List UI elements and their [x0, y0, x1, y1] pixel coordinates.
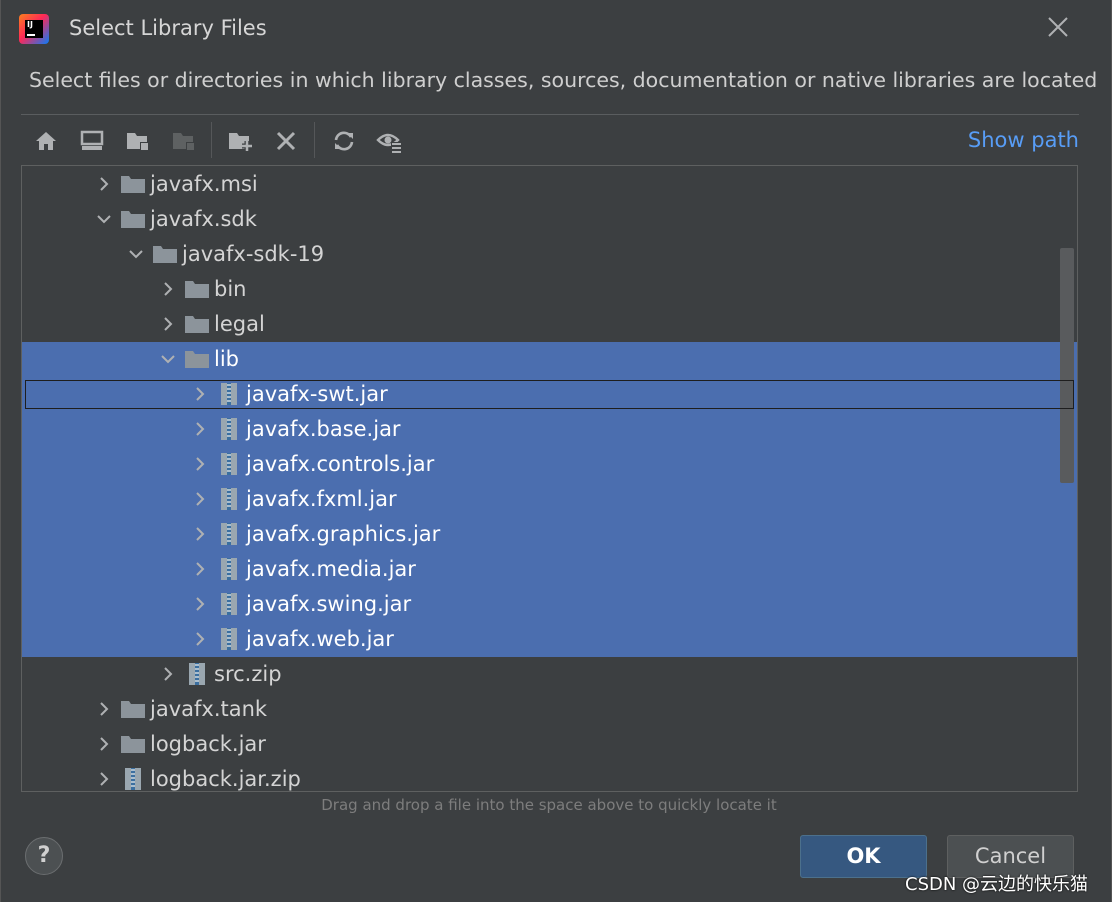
chevron-down-icon[interactable]: [126, 244, 146, 264]
folder-icon: [152, 243, 178, 265]
chevron-right-icon[interactable]: [190, 419, 210, 439]
chevron-down-icon[interactable]: [158, 349, 178, 369]
tree-row[interactable]: javafx.fxml.jar: [22, 481, 1077, 516]
show-hidden-icon[interactable]: [373, 124, 407, 158]
intellij-logo-icon: IJ: [19, 14, 49, 44]
chevron-right-icon[interactable]: [190, 629, 210, 649]
folder-icon: [120, 173, 146, 195]
file-chooser-toolbar: Show path: [21, 118, 1079, 164]
tree-row[interactable]: lib: [22, 341, 1077, 376]
chevron-right-icon[interactable]: [158, 664, 178, 684]
tree-row[interactable]: bin: [22, 271, 1077, 306]
tree-row-label: javafx.tank: [150, 696, 268, 721]
tree-row[interactable]: javafx-sdk-19: [22, 236, 1077, 271]
show-path-link[interactable]: Show path: [968, 128, 1079, 152]
tree-row[interactable]: javafx.msi: [22, 166, 1077, 201]
folder-icon: [120, 208, 146, 230]
archive-icon: [216, 627, 242, 650]
archive-icon: [216, 452, 242, 475]
toolbar-separator: [211, 122, 212, 158]
tree-row[interactable]: javafx.base.jar: [22, 411, 1077, 446]
toolbar-separator: [314, 122, 315, 158]
refresh-icon[interactable]: [327, 124, 361, 158]
file-tree[interactable]: javafx.msi javafx.sdk javafx-sdk-19 bin lega…: [21, 165, 1078, 792]
tree-row[interactable]: logback.jar.zip: [22, 761, 1077, 791]
archive-icon: [216, 592, 242, 615]
tree-row[interactable]: javafx.web.jar: [22, 621, 1077, 656]
new-folder-icon[interactable]: [224, 124, 258, 158]
tree-row-label: legal: [214, 311, 265, 336]
tree-row-label: javafx.msi: [150, 171, 258, 196]
tree-row-label: javafx.media.jar: [246, 556, 416, 581]
folder-icon: [184, 278, 210, 300]
dialog-title: Select Library Files: [69, 16, 267, 40]
archive-icon: [216, 557, 242, 580]
title-bar: IJ Select Library Files: [1, 0, 1112, 58]
divider: [21, 114, 1079, 115]
tree-row-label: javafx.web.jar: [246, 626, 394, 651]
tree-row[interactable]: legal: [22, 306, 1077, 341]
chevron-right-icon[interactable]: [94, 174, 114, 194]
chevron-right-icon[interactable]: [190, 559, 210, 579]
archive-icon: [216, 487, 242, 510]
folder-icon: [184, 313, 210, 335]
folder-icon: [120, 733, 146, 755]
chevron-right-icon[interactable]: [190, 384, 210, 404]
tree-row-label: lib: [214, 346, 239, 371]
chevron-right-icon[interactable]: [158, 279, 178, 299]
tree-row-label: bin: [214, 276, 247, 301]
dialog-description: Select files or directories in which lib…: [29, 68, 1098, 92]
close-icon[interactable]: [1045, 16, 1071, 42]
chevron-right-icon[interactable]: [158, 314, 178, 334]
tree-row-label: javafx.controls.jar: [246, 451, 435, 476]
tree-row[interactable]: logback.jar: [22, 726, 1077, 761]
tree-row-label: javafx-sdk-19: [182, 241, 325, 266]
csdn-watermark: CSDN @云边的快乐猫: [905, 874, 1089, 895]
tree-row[interactable]: src.zip: [22, 656, 1077, 691]
tree-row-label: logback.jar: [150, 731, 266, 756]
archive-icon: [216, 382, 242, 405]
tree-row[interactable]: javafx.controls.jar: [22, 446, 1077, 481]
tree-row-label: javafx.sdk: [150, 206, 257, 231]
archive-icon: [184, 662, 210, 685]
tree-row-label: src.zip: [214, 661, 282, 686]
chevron-right-icon[interactable]: [190, 454, 210, 474]
tree-row-label: javafx.base.jar: [246, 416, 401, 441]
desktop-icon[interactable]: [75, 124, 109, 158]
tree-row[interactable]: javafx.swing.jar: [22, 586, 1077, 621]
tree-row[interactable]: javafx.sdk: [22, 201, 1077, 236]
archive-icon: [120, 767, 146, 790]
tree-row-label: logback.jar.zip: [150, 766, 301, 791]
folder-icon: [120, 698, 146, 720]
chevron-right-icon[interactable]: [94, 699, 114, 719]
chevron-right-icon[interactable]: [190, 594, 210, 614]
project-folder-icon[interactable]: [121, 124, 155, 158]
chevron-down-icon[interactable]: [94, 209, 114, 229]
module-folder-icon[interactable]: [167, 124, 201, 158]
tree-row-label: javafx-swt.jar: [246, 381, 388, 406]
chevron-right-icon[interactable]: [190, 489, 210, 509]
drag-drop-hint: Drag and drop a file into the space abov…: [321, 796, 777, 814]
delete-icon[interactable]: [269, 124, 303, 158]
help-button[interactable]: ?: [25, 837, 63, 875]
tree-row-label: javafx.graphics.jar: [246, 521, 441, 546]
tree-row[interactable]: javafx-swt.jar: [22, 376, 1077, 411]
tree-row[interactable]: javafx.graphics.jar: [22, 516, 1077, 551]
tree-row-label: javafx.swing.jar: [246, 591, 412, 616]
tree-row[interactable]: javafx.media.jar: [22, 551, 1077, 586]
home-icon[interactable]: [29, 124, 63, 158]
tree-row[interactable]: javafx.tank: [22, 691, 1077, 726]
select-library-files-dialog: IJ Select Library Files Select files or …: [0, 0, 1112, 902]
archive-icon: [216, 417, 242, 440]
chevron-right-icon[interactable]: [94, 769, 114, 789]
tree-row-label: javafx.fxml.jar: [246, 486, 397, 511]
chevron-right-icon[interactable]: [94, 734, 114, 754]
archive-icon: [216, 522, 242, 545]
folder-icon: [184, 348, 210, 370]
chevron-right-icon[interactable]: [190, 524, 210, 544]
